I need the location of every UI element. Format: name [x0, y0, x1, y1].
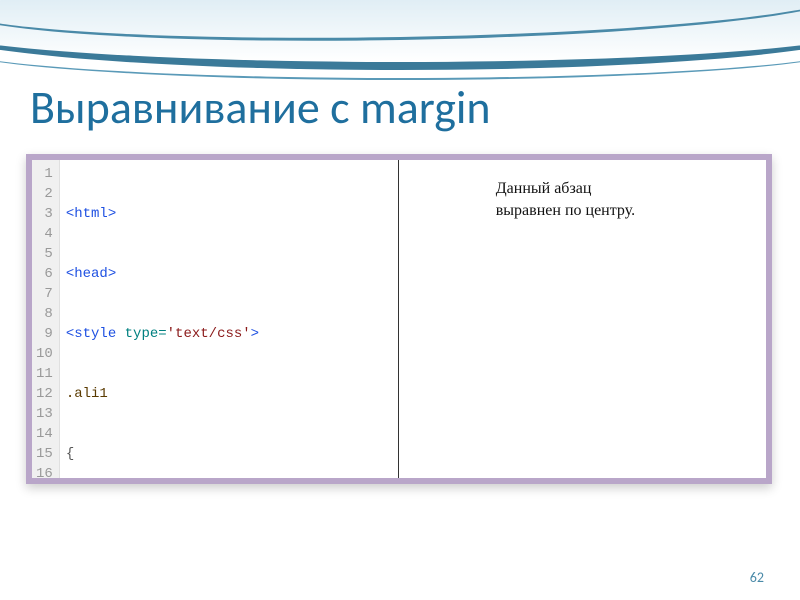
line-number: 16	[36, 464, 53, 478]
line-number: 11	[36, 364, 53, 384]
line-number: 8	[36, 304, 53, 324]
code-line: {	[66, 444, 343, 464]
line-number: 9	[36, 324, 53, 344]
code-line: <style type='text/css'>	[66, 324, 343, 344]
line-number: 6	[36, 264, 53, 284]
content-box: 1 2 3 4 5 6 7 8 9 10 11 12 13 14 15 16 <…	[26, 154, 772, 484]
line-number: 4	[36, 224, 53, 244]
code-gutter: 1 2 3 4 5 6 7 8 9 10 11 12 13 14 15 16	[32, 160, 60, 478]
code-line: .ali1	[66, 384, 343, 404]
line-number: 14	[36, 424, 53, 444]
line-number: 13	[36, 404, 53, 424]
preview-panel: Данный абзац выравнен по центру.	[399, 160, 766, 478]
preview-line: выравнен по центру.	[496, 202, 635, 219]
line-number: 3	[36, 204, 53, 224]
code-line: <head>	[66, 264, 343, 284]
preview-paragraph: Данный абзац выравнен по центру.	[496, 178, 670, 221]
slide-title: Выравнивание с margin	[30, 80, 770, 136]
page-number: 62	[750, 569, 764, 586]
line-number: 2	[36, 184, 53, 204]
line-number: 10	[36, 344, 53, 364]
line-number: 7	[36, 284, 53, 304]
preview-line: Данный абзац	[496, 180, 592, 197]
code-lines: <html> <head> <style type='text/css'> .a…	[60, 160, 343, 478]
line-number: 1	[36, 164, 53, 184]
line-number: 15	[36, 444, 53, 464]
code-line: <html>	[66, 204, 343, 224]
line-number: 5	[36, 244, 53, 264]
code-panel: 1 2 3 4 5 6 7 8 9 10 11 12 13 14 15 16 <…	[32, 160, 399, 478]
line-number: 12	[36, 384, 53, 404]
